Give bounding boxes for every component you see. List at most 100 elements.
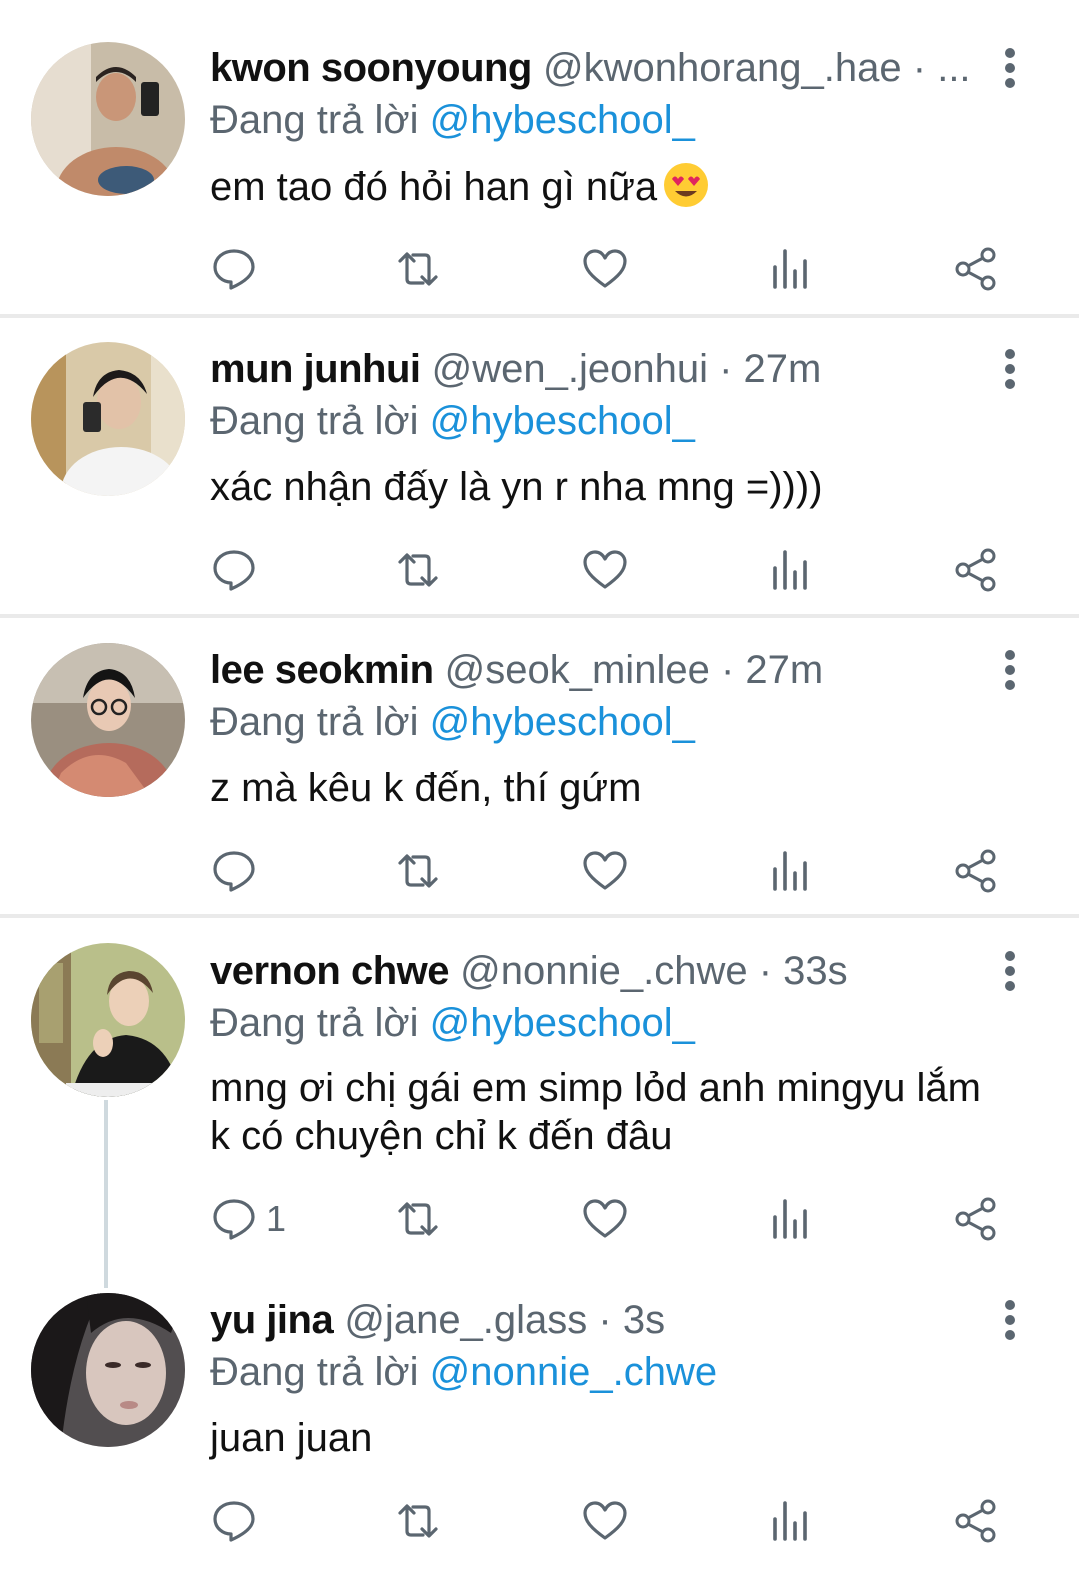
like-button[interactable]: [581, 545, 629, 595]
like-icon: [583, 550, 627, 589]
display-name[interactable]: yu jina: [210, 1298, 334, 1342]
tweet-actions: [0, 1496, 1079, 1546]
like-icon: [583, 1199, 627, 1238]
mention-link[interactable]: @hybeschool_: [430, 399, 695, 443]
share-icon: [955, 548, 996, 592]
views-button[interactable]: [767, 846, 815, 896]
timestamp: · 27m: [720, 648, 824, 692]
avatar[interactable]: [31, 1293, 185, 1447]
timestamp: · 33s: [758, 949, 848, 993]
tweet-text: em tao đó hỏi han gì nữa: [210, 162, 1040, 211]
tweet-header: vernon chwe @nonnie_.chwe · 33s: [210, 945, 980, 997]
reply-button[interactable]: 1: [210, 1194, 286, 1244]
more-icon[interactable]: [992, 343, 1028, 395]
reply-button[interactable]: [210, 846, 266, 896]
views-icon: [773, 550, 807, 590]
reply-button[interactable]: [210, 545, 266, 595]
replying-to: Đang trả lời @hybeschool_: [210, 997, 695, 1049]
replying-to-label: Đang trả lời: [210, 700, 419, 744]
tweet-text: mng ơi chị gái em simp lỏd anh mingyu lắ…: [210, 1064, 1040, 1160]
tweet-header: mun junhui @wen_.jeonhui · 27m: [210, 343, 980, 395]
mention-link[interactable]: @hybeschool_: [430, 98, 695, 142]
share-icon: [955, 1499, 996, 1543]
display-name[interactable]: vernon chwe: [210, 949, 450, 993]
tweet-item[interactable]: mun junhui @wen_.jeonhui · 27m Đang trả …: [0, 318, 1079, 618]
like-button[interactable]: [581, 244, 629, 294]
reply-icon: [213, 550, 255, 591]
tweet-item[interactable]: yu jina @jane_.glass · 3s Đang trả lời @…: [0, 1278, 1079, 1578]
retweet-button[interactable]: [394, 244, 442, 294]
tweet-text: xác nhận đấy là yn r nha mng =)))): [210, 465, 823, 509]
like-icon: [583, 249, 627, 288]
views-button[interactable]: [767, 545, 815, 595]
share-button[interactable]: [952, 1496, 1000, 1546]
views-icon: [773, 1501, 807, 1541]
share-button[interactable]: [952, 244, 1000, 294]
share-icon: [955, 247, 996, 291]
retweet-button[interactable]: [394, 545, 442, 595]
user-handle[interactable]: @jane_.glass: [344, 1298, 587, 1342]
like-icon: [583, 1501, 627, 1540]
like-button[interactable]: [581, 1496, 629, 1546]
share-button[interactable]: [952, 846, 1000, 896]
avatar[interactable]: [31, 943, 185, 1097]
retweet-button[interactable]: [394, 1194, 442, 1244]
share-icon: [955, 1197, 996, 1241]
more-icon[interactable]: [992, 1294, 1028, 1346]
reply-button[interactable]: [210, 244, 266, 294]
mention-link[interactable]: @nonnie_.chwe: [430, 1350, 717, 1394]
more-icon[interactable]: [992, 42, 1028, 94]
reply-feed: kwon soonyoung @kwonhorang_.hae · ... Đa…: [0, 0, 1079, 1578]
replying-to: Đang trả lời @hybeschool_: [210, 395, 695, 447]
retweet-button[interactable]: [394, 846, 442, 896]
tweet-actions: [0, 846, 1079, 896]
reply-button[interactable]: [210, 1496, 266, 1546]
retweet-button[interactable]: [394, 1496, 442, 1546]
like-button[interactable]: [581, 846, 629, 896]
mention-link[interactable]: @hybeschool_: [430, 1001, 695, 1045]
replying-to-label: Đang trả lời: [210, 98, 419, 142]
more-icon[interactable]: [992, 644, 1028, 696]
retweet-icon: [398, 854, 438, 888]
avatar[interactable]: [31, 342, 185, 496]
tweet-text-line: mng ơi chị gái em simp lỏd anh mingyu lắ…: [210, 1066, 981, 1110]
tweet-item[interactable]: lee seokmin @seok_minlee · 27m Đang trả …: [0, 618, 1079, 918]
timestamp: · 3s: [598, 1298, 666, 1342]
tweet-header: kwon soonyoung @kwonhorang_.hae · ...: [210, 42, 980, 94]
more-icon[interactable]: [992, 945, 1028, 997]
tweet-actions: [0, 244, 1079, 294]
reply-icon: [213, 249, 255, 290]
reply-icon: [213, 1199, 255, 1240]
retweet-icon: [398, 1504, 438, 1538]
like-button[interactable]: [581, 1194, 629, 1244]
heart-eyes-emoji-icon: [664, 163, 709, 207]
replying-to-label: Đang trả lời: [210, 1350, 419, 1394]
views-icon: [773, 1199, 807, 1239]
reply-icon: [213, 851, 255, 892]
replying-to-label: Đang trả lời: [210, 1001, 419, 1045]
user-handle[interactable]: @nonnie_.chwe: [460, 949, 747, 993]
share-button[interactable]: [952, 545, 1000, 595]
share-icon: [955, 849, 996, 893]
views-button[interactable]: [767, 244, 815, 294]
timestamp: · 27m: [719, 347, 822, 391]
views-button[interactable]: [767, 1496, 815, 1546]
display-name[interactable]: mun junhui: [210, 347, 421, 391]
views-button[interactable]: [767, 1194, 815, 1244]
share-button[interactable]: [952, 1194, 1000, 1244]
tweet-item[interactable]: vernon chwe @nonnie_.chwe · 33s Đang trả…: [0, 918, 1079, 1278]
like-icon: [583, 851, 627, 890]
display-name[interactable]: lee seokmin: [210, 648, 434, 692]
display-name[interactable]: kwon soonyoung: [210, 46, 532, 90]
user-handle[interactable]: @wen_.jeonhui: [432, 347, 708, 391]
reply-count: 1: [266, 1198, 287, 1239]
mention-link[interactable]: @hybeschool_: [430, 700, 695, 744]
replying-to: Đang trả lời @nonnie_.chwe: [210, 1346, 717, 1398]
retweet-icon: [398, 252, 438, 286]
user-handle[interactable]: @seok_minlee: [445, 648, 710, 692]
views-icon: [773, 249, 807, 289]
avatar[interactable]: [31, 643, 185, 797]
user-handle[interactable]: @kwonhorang_.hae: [543, 46, 902, 90]
tweet-item[interactable]: kwon soonyoung @kwonhorang_.hae · ... Đa…: [0, 0, 1079, 318]
avatar[interactable]: [31, 42, 185, 196]
